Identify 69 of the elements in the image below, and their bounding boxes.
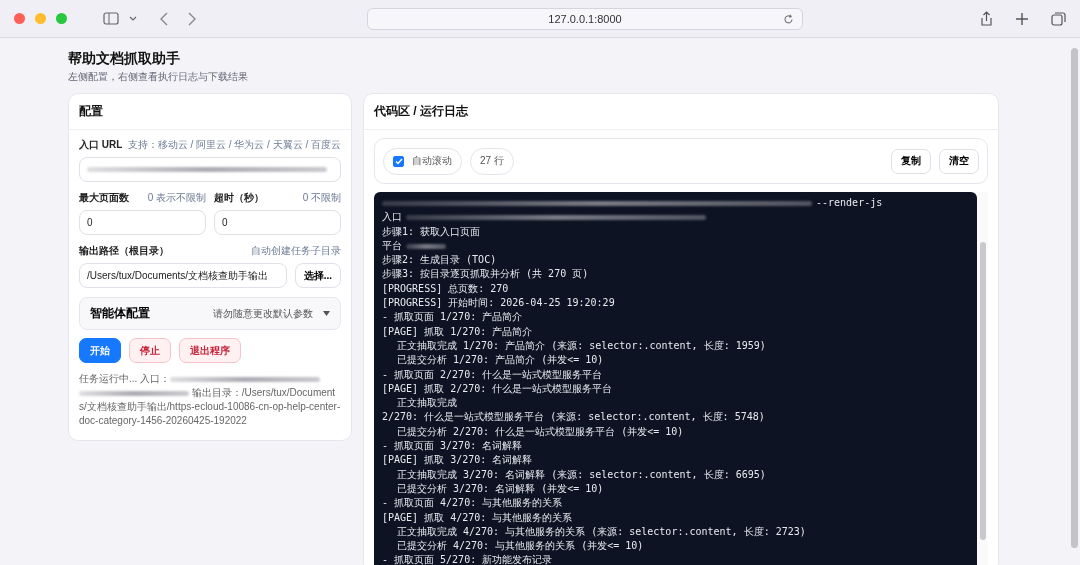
- action-button[interactable]: 退出程序: [179, 338, 241, 363]
- url-input[interactable]: [79, 157, 341, 182]
- action-button[interactable]: 停止: [129, 338, 171, 363]
- log-line: 正文抽取完成 3/270: 名词解释 (来源: selector:.content, 长度: 6695): [397, 467, 766, 482]
- tabs-overview-icon[interactable]: [1051, 11, 1066, 26]
- card-title: 代码区 / 运行日志: [364, 94, 998, 130]
- log-line: 已提交分析 4/270: 与其他服务的关系 (并发<= 10): [397, 539, 644, 554]
- log-line: [PAGE] 抓取 4/270: 与其他服务的关系: [382, 510, 573, 525]
- share-icon[interactable]: [980, 10, 993, 27]
- log-line: [PROGRESS] 总页数: 270: [382, 281, 509, 296]
- card-title: 配置: [69, 94, 351, 130]
- start-button[interactable]: 开始: [79, 338, 121, 363]
- log-line: - 抓取页面 1/270: 产品简介: [382, 310, 523, 325]
- toolbar-button[interactable]: 复制: [891, 148, 931, 174]
- back-icon[interactable]: [159, 11, 169, 26]
- page-scrollbar[interactable]: [1071, 48, 1078, 548]
- caret-icon[interactable]: [323, 311, 330, 316]
- status-text: 任务运行中... 入口： 输出目录：/Users/tux/Documents/文档核查助手输出/https-ecloud-10086-cn-op-help-center-doc-category-1456-20260425-192022: [79, 372, 341, 428]
- log-line: 已提交分析 1/270: 产品简介 (并发<= 10): [397, 353, 604, 368]
- log-line: --render-js: [816, 196, 883, 210]
- chevron-down-icon[interactable]: [129, 15, 137, 22]
- new-tab-icon[interactable]: [1015, 11, 1029, 26]
- reload-icon[interactable]: [783, 13, 794, 25]
- log-line: - 抓取页面 4/270: 与其他服务的关系: [382, 496, 563, 511]
- log-line: 步骤1: 获取入口页面: [382, 224, 481, 239]
- log-line: 正文抽取完成 1/270: 产品简介 (来源: selector:.content, 长度: 1959): [397, 338, 766, 353]
- log-line: [PAGE] 抓取 3/270: 名词解释: [382, 453, 533, 468]
- field-label: 输出路径（根目录）: [79, 244, 169, 258]
- field-hint: 0 不限制: [302, 191, 341, 205]
- panel-title: 智能体配置: [90, 305, 151, 322]
- log-line: [PROGRESS] 开始时间: 2026-04-25 19:20:29: [382, 296, 615, 311]
- page-title: 帮助文档抓取助手: [68, 50, 181, 68]
- checkbox[interactable]: [393, 155, 404, 167]
- field-label: 最大页面数: [79, 191, 129, 205]
- log-line: 2/270: 什么是一站式模型服务平台 (来源: selector:.content, 长度: 5748): [382, 410, 765, 425]
- forward-icon[interactable]: [187, 11, 197, 26]
- log-line: - 抓取页面 3/270: 名词解释: [382, 439, 523, 454]
- log-line: 入口: [382, 210, 402, 225]
- log-line: 步骤2: 生成目录 (TOC): [382, 253, 497, 268]
- field-hint: 自动创建任务子目录: [251, 244, 341, 258]
- agent-config-panel[interactable]: 智能体配置 请勿随意更改默认参数: [79, 297, 341, 330]
- log-line: 正文抽取完成: [397, 396, 457, 411]
- log-line: 已提交分析 3/270: 名词解释 (并发<= 10): [397, 481, 604, 496]
- path-input[interactable]: /Users/tux/Documents/文档核查助手输出: [79, 263, 287, 288]
- log-line: 正文抽取完成 4/270: 与其他服务的关系 (来源: selector:.content, 长度: 2723): [397, 524, 806, 539]
- number-input[interactable]: 0: [214, 210, 341, 235]
- log-line: [PAGE] 抓取 2/270: 什么是一站式模型服务平台: [382, 381, 613, 396]
- field-label: 超时（秒）: [214, 191, 264, 205]
- url-text: 127.0.0.1:8000: [548, 12, 622, 25]
- number-input[interactable]: 0: [79, 210, 206, 235]
- zoom-window-icon[interactable]: [56, 13, 67, 24]
- log-line: [PAGE] 抓取 1/270: 产品简介: [382, 324, 533, 339]
- redacted-text: [406, 243, 446, 249]
- scrollbar[interactable]: [977, 192, 988, 565]
- sidebar-icon[interactable]: [103, 12, 119, 25]
- choose-button[interactable]: 选择...: [294, 263, 341, 288]
- close-window-icon[interactable]: [14, 13, 25, 24]
- log-line: - 抓取页面 5/270: 新功能发布记录: [382, 553, 553, 565]
- log-line: 步骤3: 按目录逐页抓取并分析 (共 270 页): [382, 267, 589, 282]
- address-bar[interactable]: 127.0.0.1:8000: [367, 7, 803, 30]
- log-line: 平台: [382, 238, 402, 253]
- field-label: 入口 URL: [79, 138, 123, 152]
- log-line: - 抓取页面 2/270: 什么是一站式模型服务平台: [382, 367, 603, 382]
- field-hint: 0 表示不限制: [147, 191, 206, 205]
- panel-hint: 请勿随意更改默认参数: [213, 306, 313, 321]
- field-hint: 支持：移动云 / 阿里云 / 华为云 / 天翼云 / 百度云: [127, 138, 341, 152]
- toolbar-button[interactable]: 清空: [939, 148, 979, 174]
- log-line: 已提交分析 2/270: 什么是一站式模型服务平台 (并发<= 10): [397, 424, 684, 439]
- page-subtitle: 左侧配置，右侧查看执行日志与下载结果: [68, 70, 249, 84]
